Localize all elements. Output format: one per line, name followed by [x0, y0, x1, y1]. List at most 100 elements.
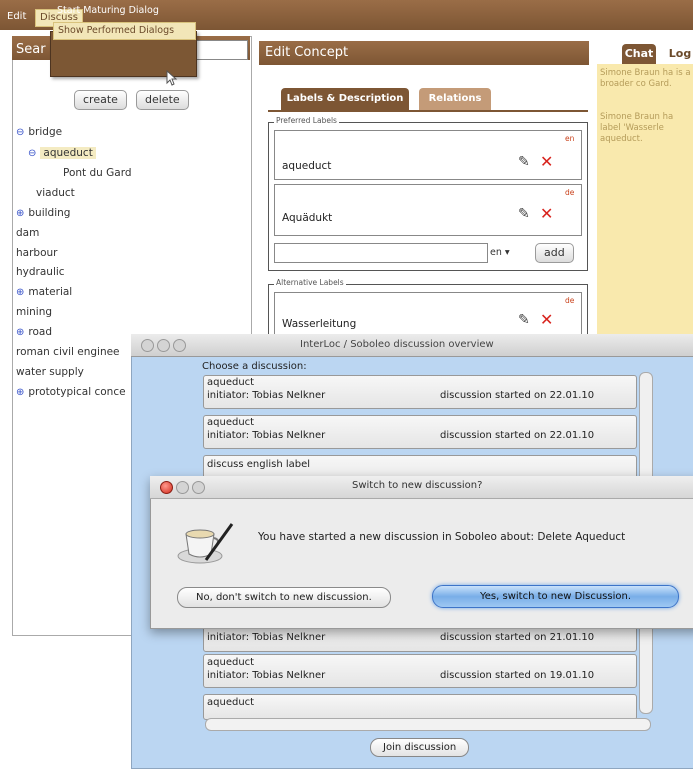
- new-label-input[interactable]: [274, 243, 488, 263]
- delete-icon[interactable]: ✕: [540, 310, 553, 329]
- expand-icon[interactable]: ⊕: [16, 287, 24, 298]
- zoom-icon[interactable]: [173, 339, 186, 352]
- tree-item-viaduct[interactable]: viaduct: [36, 185, 75, 201]
- menu-edit[interactable]: Edit: [3, 9, 30, 25]
- expand-icon[interactable]: ⊕: [16, 387, 24, 398]
- tree-item-label: water supply: [16, 366, 84, 378]
- tab-relations[interactable]: Relations: [419, 88, 491, 110]
- language-select-value: en: [490, 247, 502, 258]
- tree-item-road[interactable]: ⊕ road: [16, 324, 52, 340]
- discussion-item[interactable]: [203, 694, 637, 720]
- label-text: Aquädukt: [282, 212, 333, 224]
- tree-item-mining[interactable]: mining: [16, 304, 52, 320]
- chat-message: Simone Braun ha label 'Wasserle aqueduct…: [600, 112, 674, 144]
- tree-item-label: Pont du Gard: [63, 167, 132, 179]
- delete-icon[interactable]: ✕: [540, 152, 553, 171]
- tab-chat[interactable]: Chat: [622, 44, 656, 64]
- tree-item-label: roman civil enginee: [16, 346, 120, 358]
- tree-item-label: mining: [16, 306, 53, 318]
- tree-item-label: building: [28, 207, 71, 219]
- tree-item-label: dam: [16, 227, 40, 239]
- label-text: aqueduct: [282, 160, 332, 172]
- collapse-icon[interactable]: ⊖: [16, 127, 24, 138]
- discussion-topic: aqueduct: [207, 697, 255, 708]
- discussion-topic: aqueduct: [207, 657, 255, 668]
- tree-item-label: prototypical conce: [28, 386, 126, 398]
- expand-icon[interactable]: ⊕: [16, 327, 24, 338]
- tree-item-building[interactable]: ⊕ building: [16, 205, 70, 221]
- create-button[interactable]: create: [74, 90, 127, 110]
- tab-divider: [268, 110, 588, 112]
- tree-item-label: bridge: [28, 126, 63, 138]
- tree-item-bridge[interactable]: ⊖ bridge: [16, 124, 62, 140]
- coffee-cup-icon: [177, 523, 234, 564]
- add-label-button[interactable]: add: [535, 243, 574, 263]
- label-language: en: [565, 134, 575, 143]
- switch-discussion-button[interactable]: Yes, switch to new Discussion.: [432, 585, 679, 608]
- tree-item-label: hydraulic: [16, 266, 65, 278]
- menu-item-show-performed-dialogs[interactable]: Show Performed Dialogs: [53, 22, 196, 40]
- tab-log[interactable]: Log: [660, 44, 693, 64]
- close-icon[interactable]: [160, 481, 173, 494]
- tree-item-label: aqueduct: [40, 147, 96, 159]
- label-entry: [274, 130, 582, 180]
- tree-item-label: harbour: [16, 247, 58, 259]
- pencil-icon[interactable]: ✎: [518, 154, 530, 170]
- discussion-date: discussion started on 22.01.10: [440, 390, 595, 401]
- tree-item-hydraulic[interactable]: hydraulic: [16, 264, 65, 280]
- discussion-topic: aqueduct: [207, 417, 255, 428]
- discussion-topic: discuss english label: [207, 459, 311, 470]
- tree-item-dam[interactable]: dam: [16, 225, 39, 241]
- tree-item-pont-du-gard[interactable]: Pont du Gard: [63, 165, 132, 181]
- edit-concept-title: Edit Concept: [265, 45, 349, 60]
- search-header-label: Sear: [16, 42, 46, 57]
- collapse-icon[interactable]: ⊖: [28, 148, 36, 159]
- tree-item-water-supply[interactable]: water supply: [16, 364, 84, 380]
- discussion-initiator: initiator: Tobias Nelkner: [207, 430, 326, 441]
- tree-item-label: viaduct: [36, 187, 75, 199]
- delete-icon[interactable]: ✕: [540, 204, 553, 223]
- discussion-date: discussion started on 22.01.10: [440, 430, 595, 441]
- zoom-icon[interactable]: [192, 481, 205, 494]
- discussion-topic: aqueduct: [207, 377, 255, 388]
- minimize-icon[interactable]: [157, 339, 170, 352]
- menu-item-start-maturing-dialog[interactable]: Start Maturing Dialog: [53, 3, 194, 19]
- alternative-labels-legend: Alternative Labels: [274, 278, 346, 287]
- horizontal-scrollbar[interactable]: [205, 718, 651, 731]
- tree-item-label: road: [28, 326, 53, 338]
- switch-dialog-message: You have started a new discussion in Sob…: [258, 531, 626, 543]
- interloc-title: InterLoc / Soboleo discussion overview: [300, 339, 494, 350]
- tree-item-prototypical-concepts[interactable]: ⊕ prototypical conce: [16, 384, 126, 400]
- minimize-icon[interactable]: [176, 481, 189, 494]
- discussion-initiator: initiator: Tobias Nelkner: [207, 390, 326, 401]
- tree-item-material[interactable]: ⊕ material: [16, 284, 72, 300]
- label-language: de: [565, 296, 575, 305]
- delete-button[interactable]: delete: [136, 90, 189, 110]
- tree-item-harbour[interactable]: harbour: [16, 245, 57, 261]
- tab-labels-description[interactable]: Labels & Description: [281, 88, 409, 110]
- tree-item-roman-civil-engineering[interactable]: roman civil enginee: [16, 344, 120, 360]
- pencil-icon[interactable]: ✎: [518, 206, 530, 222]
- discussion-initiator: initiator: Tobias Nelkner: [207, 670, 326, 681]
- tree-item-label: material: [28, 286, 73, 298]
- chat-message: Simone Braun ha is a broader co Gard.: [600, 68, 691, 89]
- dont-switch-button[interactable]: No, don't switch to new discussion.: [177, 587, 391, 608]
- label-entry: [274, 184, 582, 236]
- preferred-labels-legend: Preferred Labels: [274, 116, 339, 125]
- search-input[interactable]: [190, 40, 248, 60]
- discussion-date: discussion started on 19.01.10: [440, 670, 595, 681]
- language-select[interactable]: en ▾: [490, 245, 530, 260]
- chevron-down-icon: ▾: [504, 247, 510, 258]
- switch-dialog-title: Switch to new discussion?: [352, 480, 483, 491]
- label-text: Wasserleitung: [282, 318, 357, 330]
- tree-item-aqueduct[interactable]: ⊖ aqueduct: [28, 145, 96, 161]
- pencil-icon[interactable]: ✎: [518, 312, 530, 328]
- choose-discussion-label: Choose a discussion:: [202, 361, 307, 372]
- discussion-initiator: initiator: Tobias Nelkner: [207, 632, 326, 643]
- label-language: de: [565, 188, 575, 197]
- close-icon[interactable]: [141, 339, 154, 352]
- join-discussion-button[interactable]: Join discussion: [370, 738, 470, 757]
- discussion-date: discussion started on 21.01.10: [440, 632, 595, 643]
- expand-icon[interactable]: ⊕: [16, 208, 24, 219]
- mouse-cursor-icon: [166, 70, 178, 86]
